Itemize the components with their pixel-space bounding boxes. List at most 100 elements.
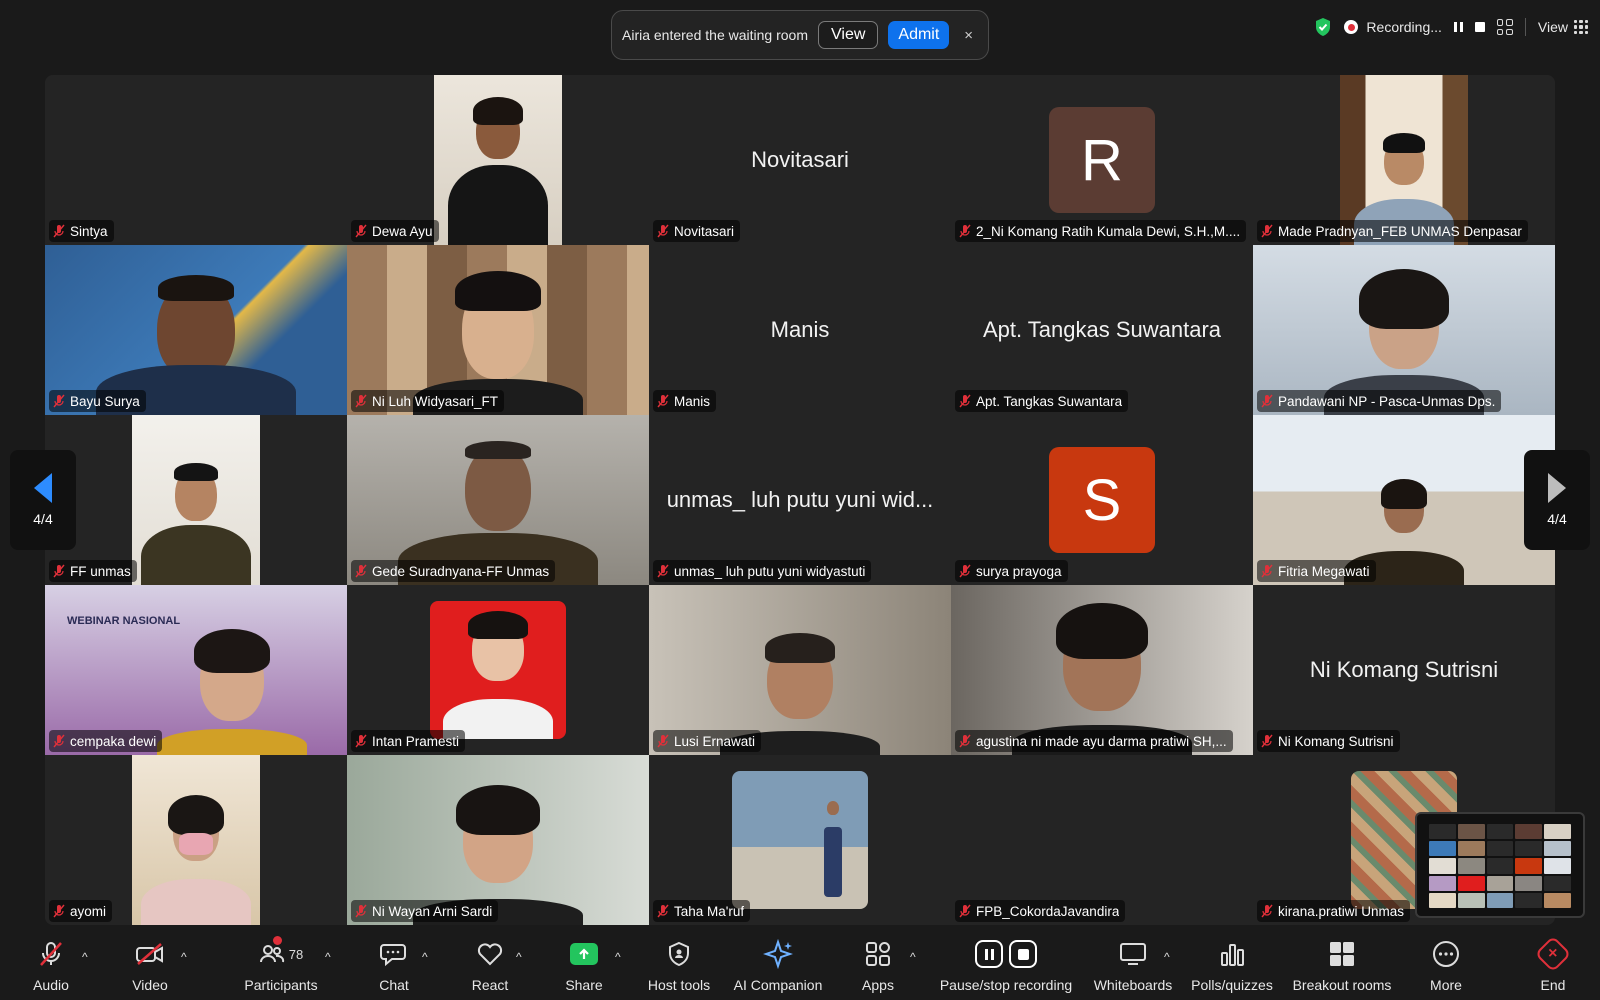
next-page-button[interactable]: 4/4	[1524, 450, 1590, 550]
participant-tile[interactable]: Ni Luh Widyasari_FT	[347, 245, 649, 415]
participant-tile[interactable]: Taha Ma'ruf	[649, 755, 951, 925]
ai-sparkle-icon	[763, 939, 793, 969]
participant-tile[interactable]: Apt. Tangkas Suwantara Apt. Tangkas Suwa…	[951, 245, 1253, 415]
chat-label: Chat	[379, 977, 409, 993]
video-options-caret[interactable]: ^	[181, 950, 187, 964]
heart-icon	[477, 943, 503, 966]
participant-name-label: FF unmas	[49, 560, 137, 582]
close-notification-button[interactable]: ×	[959, 27, 978, 44]
participant-tile[interactable]: Sintya	[45, 75, 347, 245]
share-button[interactable]: Share	[564, 928, 604, 1000]
participant-display-name: Novitasari	[751, 147, 849, 172]
chat-options-caret[interactable]: ^	[422, 950, 428, 964]
self-view-mini-gallery	[1429, 824, 1571, 908]
participants-options-caret[interactable]: ^	[325, 950, 331, 964]
ai-companion-label: AI Companion	[733, 977, 823, 993]
admit-button[interactable]: Admit	[888, 21, 950, 49]
layout-grid-icon[interactable]	[1496, 19, 1513, 35]
self-view-thumbnail[interactable]	[1415, 812, 1585, 918]
mic-muted-icon	[53, 564, 65, 578]
participant-display-name: Manis	[770, 317, 830, 342]
chat-bubble-icon	[380, 944, 406, 967]
participant-video	[132, 415, 260, 585]
mic-muted-icon	[1261, 224, 1273, 238]
whiteboard-icon	[1120, 943, 1146, 965]
participant-name-label: ayomi	[49, 900, 113, 922]
react-options-caret[interactable]: ^	[516, 950, 522, 964]
ai-companion-button[interactable]: AI Companion	[732, 928, 824, 1000]
participant-tile[interactable]: S surya prayoga	[951, 415, 1253, 585]
mic-muted-icon	[959, 394, 971, 408]
participant-tile[interactable]: unmas_ luh putu yuni wid... unmas_ luh p…	[649, 415, 951, 585]
mic-muted-icon	[959, 734, 971, 748]
share-options-caret[interactable]: ^	[615, 950, 621, 964]
participant-video	[732, 771, 868, 909]
mic-muted-icon	[1261, 734, 1273, 748]
participant-name-label: Manis	[653, 390, 717, 412]
audio-label: Audio	[33, 977, 69, 993]
mic-muted-icon	[959, 904, 971, 918]
end-meeting-button[interactable]: × End	[1532, 928, 1574, 1000]
pause-stop-recording-button[interactable]: Pause/stop recording	[938, 928, 1074, 1000]
whiteboards-options-caret[interactable]: ^	[1164, 950, 1170, 964]
participant-tile[interactable]: R 2_Ni Komang Ratih Kumala Dewi, S.H.,M.…	[951, 75, 1253, 245]
participant-tile[interactable]: agustina ni made ayu darma pratiwi SH,..…	[951, 585, 1253, 755]
participant-avatar: S	[1049, 447, 1155, 553]
participant-tile[interactable]: FF unmas	[45, 415, 347, 585]
participant-tile[interactable]: Gede Suradnyana-FF Unmas	[347, 415, 649, 585]
participant-tile[interactable]: ayomi	[45, 755, 347, 925]
participant-tile[interactable]: WEBINAR NASIONAL cempaka dewi	[45, 585, 347, 755]
participant-tile[interactable]: FPB_CokordaJavandira	[951, 755, 1253, 925]
arrow-left-icon	[34, 473, 52, 503]
stop-recording-icon[interactable]	[1474, 22, 1485, 32]
participant-tile[interactable]: Intan Pramesti	[347, 585, 649, 755]
pause-recording-icon[interactable]	[1453, 22, 1463, 32]
apps-options-caret[interactable]: ^	[910, 950, 916, 964]
more-button[interactable]: More	[1426, 928, 1466, 1000]
participant-tile[interactable]: Bayu Surya	[45, 245, 347, 415]
mic-muted-icon	[355, 394, 367, 408]
share-label: Share	[565, 977, 603, 993]
breakout-rooms-label: Breakout rooms	[1292, 977, 1392, 993]
participant-name-label: Bayu Surya	[49, 390, 146, 412]
mic-muted-icon	[53, 394, 65, 408]
audio-button[interactable]: Audio	[30, 928, 72, 1000]
mic-muted-icon	[53, 904, 65, 918]
polls-quizzes-label: Polls/quizzes	[1191, 977, 1273, 993]
participant-tile[interactable]: Manis Manis	[649, 245, 951, 415]
security-shield-icon[interactable]	[1314, 17, 1332, 37]
previous-page-button[interactable]: 4/4	[10, 450, 76, 550]
audio-options-caret[interactable]: ^	[82, 950, 88, 964]
participant-tile[interactable]: Lusi Ernawati	[649, 585, 951, 755]
apps-button[interactable]: Apps	[858, 928, 898, 1000]
participant-name-label: Apt. Tangkas Suwantara	[955, 390, 1129, 412]
react-button[interactable]: React	[468, 928, 512, 1000]
host-tools-button[interactable]: Host tools	[644, 928, 714, 1000]
breakout-rooms-icon	[1330, 942, 1354, 966]
participant-tile[interactable]: Made Pradnyan_FEB UNMAS Denpasar	[1253, 75, 1555, 245]
breakout-rooms-button[interactable]: Breakout rooms	[1290, 928, 1394, 1000]
view-label: View	[1537, 19, 1568, 35]
more-label: More	[1430, 977, 1462, 993]
view-waiting-room-button[interactable]: View	[818, 21, 879, 49]
webinar-banner-title: WEBINAR NASIONAL	[67, 615, 181, 627]
notification-message: Airia entered the waiting room	[622, 27, 808, 43]
participant-tile[interactable]: Pandawani NP - Pasca-Unmas Dps.	[1253, 245, 1555, 415]
participants-icon	[259, 945, 284, 963]
participant-tile[interactable]: Ni Wayan Arni Sardi	[347, 755, 649, 925]
participant-tile[interactable]: Novitasari Novitasari	[649, 75, 951, 245]
participant-avatar: R	[1049, 107, 1155, 213]
chat-button[interactable]: Chat	[372, 928, 416, 1000]
polls-quizzes-button[interactable]: Polls/quizzes	[1190, 928, 1274, 1000]
view-menu-button[interactable]: View	[1538, 19, 1588, 35]
participant-name-label: Dewa Ayu	[351, 220, 439, 242]
participant-tile[interactable]: Dewa Ayu	[347, 75, 649, 245]
participant-name-label: Novitasari	[653, 220, 741, 242]
participants-button[interactable]: 78 Participants	[242, 928, 320, 1000]
participant-tile[interactable]: Ni Komang Sutrisni Ni Komang Sutrisni	[1253, 585, 1555, 755]
video-button[interactable]: Video	[128, 928, 172, 1000]
whiteboards-button[interactable]: Whiteboards	[1092, 928, 1174, 1000]
mic-muted-icon	[959, 564, 971, 578]
participant-tile[interactable]: Fitria Megawati	[1253, 415, 1555, 585]
video-label: Video	[132, 977, 168, 993]
